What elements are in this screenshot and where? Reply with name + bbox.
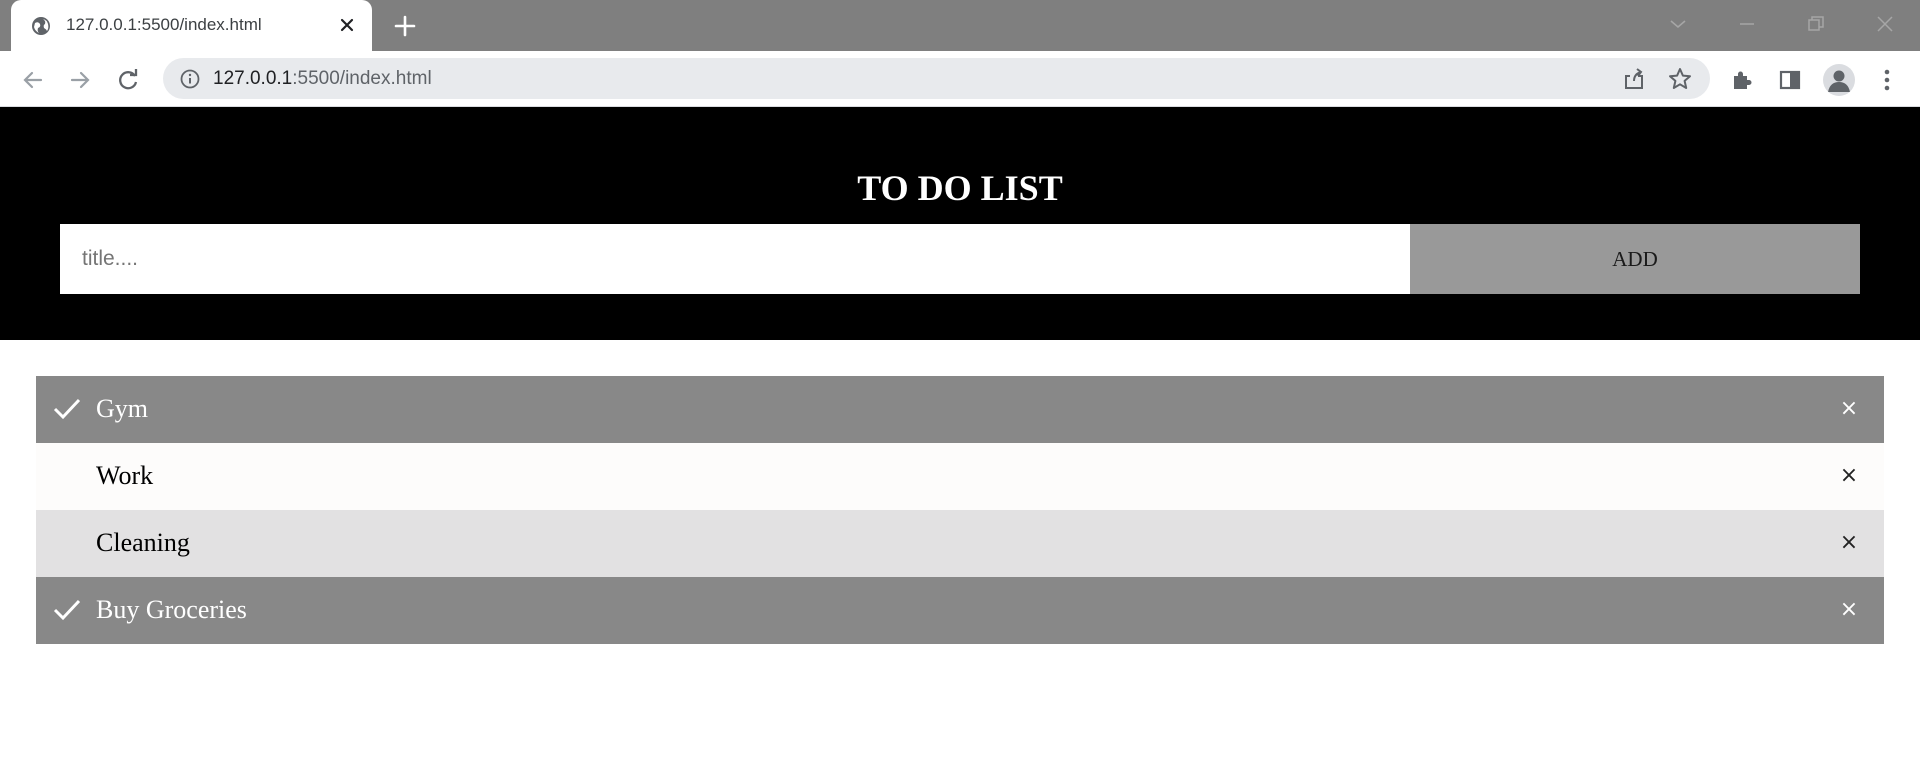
restore-icon[interactable] (1804, 12, 1828, 36)
info-icon[interactable] (179, 68, 201, 90)
browser-tab-strip: 127.0.0.1:5500/index.html (0, 0, 1920, 51)
person-icon (1828, 70, 1850, 92)
delete-item-icon[interactable]: × (1837, 464, 1861, 488)
globe-icon (32, 17, 50, 35)
reload-icon[interactable] (115, 67, 141, 93)
address-bar[interactable]: 127.0.0.1:5500/index.html (163, 58, 1710, 99)
browser-tab[interactable]: 127.0.0.1:5500/index.html (11, 0, 372, 51)
close-icon[interactable] (1873, 12, 1897, 36)
todo-text: Cleaning (96, 528, 190, 557)
share-icon[interactable] (1621, 66, 1647, 92)
todo-text: Buy Groceries (96, 595, 247, 624)
plus-icon[interactable] (392, 13, 418, 39)
tab-title: 127.0.0.1:5500/index.html (66, 15, 262, 34)
delete-item-icon[interactable]: × (1837, 531, 1861, 555)
page-title: TO DO LIST (857, 168, 1063, 208)
todo-list: Gym × Work × Cleaning × Buy Groceries × (36, 376, 1884, 644)
checkmark-icon (53, 398, 81, 420)
todo-item[interactable]: Cleaning × (36, 510, 1884, 577)
todo-item[interactable]: Gym × (36, 376, 1884, 443)
todo-item[interactable]: Buy Groceries × (36, 577, 1884, 644)
back-arrow-icon[interactable] (20, 67, 46, 93)
delete-item-icon[interactable]: × (1837, 598, 1861, 622)
minimize-icon[interactable] (1735, 12, 1759, 36)
address-path: :5500/index.html (292, 68, 432, 89)
checkmark-icon (53, 599, 81, 621)
address-url: 127.0.0.1:5500/index.html (213, 68, 432, 90)
star-icon[interactable] (1667, 66, 1693, 92)
delete-item-icon[interactable]: × (1837, 397, 1861, 421)
profile-avatar-icon[interactable] (1823, 64, 1855, 96)
extensions-icon[interactable] (1729, 67, 1755, 93)
todo-header: TO DO LIST ADD (0, 107, 1920, 340)
chevron-down-icon[interactable] (1666, 12, 1690, 36)
side-panel-icon[interactable] (1777, 67, 1803, 93)
todo-text: Work (96, 461, 154, 490)
todo-text: Gym (96, 394, 148, 423)
address-host: 127.0.0.1 (213, 68, 293, 89)
more-vert-icon[interactable] (1874, 67, 1900, 93)
forward-arrow-icon[interactable] (67, 67, 93, 93)
task-title-input[interactable] (60, 224, 1410, 294)
close-icon[interactable] (337, 15, 357, 35)
todo-item[interactable]: Work × (36, 443, 1884, 510)
browser-toolbar: 127.0.0.1:5500/index.html (0, 51, 1920, 107)
add-button[interactable]: ADD (1410, 224, 1860, 294)
